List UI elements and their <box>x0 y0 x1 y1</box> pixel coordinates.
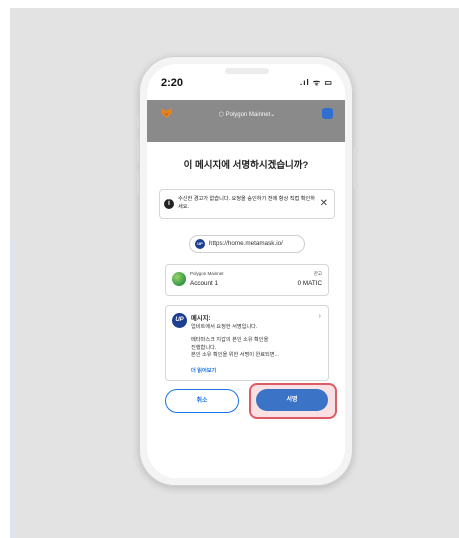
phone-screen: 2:20 .ıl ᯤ ▭ ⬡ Polygon Mainnet⌄ 이 메시지에 서… <box>147 64 345 478</box>
message-line: 본인 소유 확인을 위한 서명이 완료되면... <box>191 352 279 358</box>
power-button <box>353 148 356 188</box>
warning-text: 수신한 경고가 없습니다. 요청을 승인하기 전에 항상 직접 확인하세요. <box>178 196 316 210</box>
network-label: Polygon Mainnet <box>225 112 271 118</box>
upbit-logo-icon: UP <box>195 239 205 249</box>
status-bar: 2:20 .ıl ᯤ ▭ <box>147 64 345 98</box>
metamask-fox-icon <box>161 108 172 118</box>
chevron-down-icon: ⌄ <box>270 112 276 118</box>
message-line: 메타마스크 지갑의 본인 소유 확인을 <box>191 337 269 343</box>
close-icon[interactable]: ✕ <box>320 198 328 209</box>
balance-label: 잔고 <box>313 271 322 276</box>
info-icon: i <box>164 199 174 209</box>
account-network: Polygon Mainnet <box>190 271 224 276</box>
left-edge-strip <box>10 240 15 538</box>
message-body: 메타마스크 지갑의 본인 소유 확인을 진행합니다. 본인 소유 확인을 위한 … <box>191 337 311 360</box>
signature-request-sheet: 이 메시지에 서명하시겠습니까? i 수신한 경고가 없습니다. 요청을 승인하… <box>147 142 345 478</box>
read-more-link[interactable]: 더 읽어보기 <box>191 367 216 374</box>
account-name: Account 1 <box>190 280 219 287</box>
metamask-header: ⬡ Polygon Mainnet⌄ <box>147 100 345 130</box>
account-card: Polygon Mainnet Account 1 잔고 0 MATIC <box>165 264 329 296</box>
message-card[interactable]: UP 메시지: 업비트에서 요청한 서명입니다. › 메타마스크 지갑의 본인 … <box>165 305 329 381</box>
message-line: 진행합니다. <box>191 344 217 351</box>
polygon-icon: ⬡ <box>218 112 226 118</box>
volume-up-button <box>136 138 139 164</box>
volume-down-button <box>136 170 139 196</box>
origin-url: https://home.metamask.io/ <box>209 240 283 247</box>
signal-battery-icons: .ıl ᯤ ▭ <box>300 78 333 87</box>
account-globe-icon <box>172 272 186 286</box>
upbit-logo-icon: UP <box>172 313 187 328</box>
sign-button[interactable]: 서명 <box>256 389 328 411</box>
message-subtitle: 업비트에서 요청한 서명입니다. <box>191 324 258 330</box>
origin-url-pill: UP https://home.metamask.io/ <box>189 235 305 253</box>
speaker-notch <box>225 68 269 74</box>
warning-banner: i 수신한 경고가 없습니다. 요청을 승인하기 전에 항상 직접 확인하세요.… <box>159 189 335 219</box>
status-time: 2:20 <box>161 77 184 89</box>
dialog-title: 이 메시지에 서명하시겠습니까? <box>183 160 309 171</box>
account-avatar-icon[interactable] <box>322 108 333 119</box>
dim-overlay <box>147 130 345 142</box>
balance-value: 0 MATIC <box>297 280 322 287</box>
cancel-button[interactable]: 취소 <box>165 389 239 413</box>
chevron-right-icon[interactable]: › <box>318 311 321 320</box>
message-title: 메시지: <box>191 315 211 322</box>
network-selector[interactable]: ⬡ Polygon Mainnet⌄ <box>209 109 285 121</box>
phone-frame: 2:20 .ıl ᯤ ▭ ⬡ Polygon Mainnet⌄ 이 메시지에 서… <box>136 56 356 486</box>
mute-switch <box>136 114 139 128</box>
